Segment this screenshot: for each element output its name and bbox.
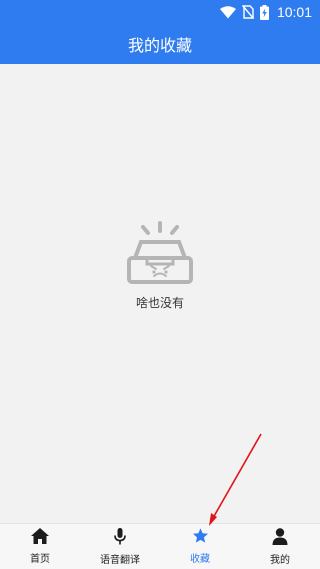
app-bar: 我的收藏 — [0, 24, 320, 64]
bottom-tab-bar: 首页 语音翻译 收藏 我的 — [0, 523, 320, 569]
empty-state: 啥也没有 — [0, 220, 320, 311]
status-time: 10:01 — [276, 4, 312, 20]
battery-charging-icon — [259, 4, 269, 20]
star-icon — [192, 528, 209, 548]
tab-mine-label: 我的 — [270, 554, 290, 566]
person-icon — [272, 527, 288, 549]
tab-mine[interactable]: 我的 — [240, 524, 320, 569]
tab-home-label: 首页 — [30, 554, 50, 565]
tab-voice-translate-label: 语音翻译 — [100, 554, 140, 566]
empty-label: 啥也没有 — [135, 296, 184, 310]
empty-box-icon — [125, 220, 195, 290]
home-icon — [31, 528, 49, 548]
tab-favorites-label: 收藏 — [190, 554, 210, 565]
tab-home[interactable]: 首页 — [0, 524, 80, 569]
microphone-icon — [113, 527, 127, 549]
no-sim-icon — [241, 5, 254, 19]
page-title: 我的收藏 — [127, 36, 192, 55]
wifi-icon — [219, 5, 236, 19]
status-bar: 10:01 — [0, 0, 320, 24]
tab-favorites[interactable]: 收藏 — [160, 524, 240, 569]
tab-voice-translate[interactable]: 语音翻译 — [80, 524, 160, 569]
favorites-content: 啥也没有 — [0, 64, 320, 523]
